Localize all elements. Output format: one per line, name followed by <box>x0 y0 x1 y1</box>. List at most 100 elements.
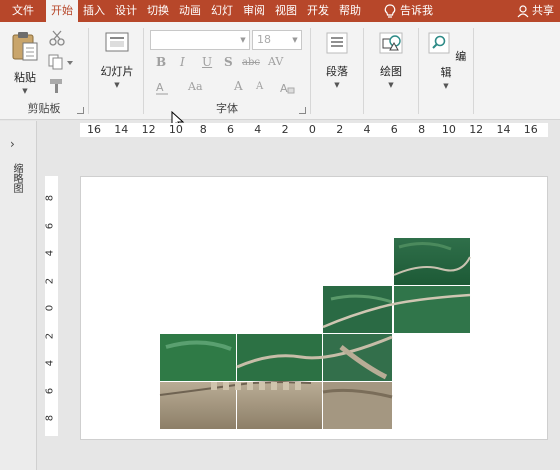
ruler-tick-label: 4 <box>44 359 56 367</box>
strikethrough-button[interactable]: abc <box>242 57 260 68</box>
share-button[interactable]: 共享 <box>512 0 560 22</box>
ruler-tick-label: 8 <box>418 123 426 136</box>
slide-icon <box>105 32 129 52</box>
thumbnail-pane: › 缩略图 <box>0 121 37 470</box>
dialog-launcher-icon[interactable] <box>77 107 84 114</box>
new-slide-button[interactable]: 幻灯片 ▼ <box>97 30 137 89</box>
ruler-tick-label: 10 <box>168 123 183 136</box>
ruler-tick-label: 2 <box>44 277 56 284</box>
photo-tile <box>394 286 470 333</box>
shrink-font-button[interactable]: A <box>256 81 263 92</box>
horizontal-ruler: 16 14 12 10 8 6 4 2 0 2 4 6 8 10 12 14 16 <box>80 123 548 137</box>
grow-font-button[interactable]: A <box>234 79 243 93</box>
paste-button[interactable]: 粘贴 ▼ <box>6 30 44 95</box>
cut-button[interactable] <box>48 30 66 50</box>
ruler-tick-label: 8 <box>199 123 207 136</box>
ruler-tick-label: 6 <box>227 123 234 136</box>
new-slide-label: 幻灯片 <box>100 65 134 78</box>
paragraph-button[interactable]: 段落 ▼ <box>317 30 357 89</box>
tab-9[interactable]: 开发 <box>302 0 334 22</box>
ruler-tick-label: 8 <box>44 414 56 422</box>
tell-me-label: 告诉我 <box>400 4 433 17</box>
ribbon-home: 粘贴 ▼ 剪贴板 幻灯片 ▼ ▼ 18 ▼ B I U S abc AV Aa … <box>0 22 560 120</box>
paragraph-icon <box>326 32 348 54</box>
tab-4[interactable]: 切换 <box>142 0 174 22</box>
ruler-tick-label: 4 <box>254 123 262 136</box>
tab-3[interactable]: 设计 <box>110 0 142 22</box>
ruler-tick-label: 6 <box>44 387 56 394</box>
ruler-tick-label: 4 <box>363 123 371 136</box>
dialog-launcher-icon[interactable] <box>299 107 306 114</box>
paste-icon <box>12 32 38 61</box>
lightbulb-icon <box>384 4 396 18</box>
ruler-tick-label: 12 <box>469 123 484 136</box>
ruler-tick-label: 2 <box>281 123 289 136</box>
tab-2[interactable]: 插入 <box>78 0 110 22</box>
editing-group: 编辑 ▼ <box>419 22 473 120</box>
ruler-tick-label: 0 <box>308 123 316 136</box>
vertical-ruler: 8 6 4 2 0 2 4 6 8 <box>45 176 58 436</box>
font-name-field[interactable]: ▼ <box>150 30 250 50</box>
char-spacing-button[interactable]: AV <box>268 55 283 68</box>
drawing-label: 绘图 <box>380 65 402 78</box>
clipboard-group-label: 剪贴板 <box>27 102 61 115</box>
ribbon-tab-bar: 文件 开始 插入 设计 切换 动画 幻灯 审阅 视图 开发 帮助 告诉我 共享 <box>0 0 560 22</box>
ruler-tick-label: 10 <box>441 123 456 136</box>
chevron-right-icon[interactable]: › <box>10 137 15 151</box>
chevron-down-icon: ▼ <box>388 81 394 89</box>
slide-canvas[interactable] <box>80 176 548 440</box>
tab-0[interactable]: 文件 <box>0 0 46 22</box>
change-case-button[interactable]: Aa <box>188 80 203 93</box>
drawing-group: 绘图 ▼ <box>364 22 418 120</box>
tab-6[interactable]: 幻灯 <box>206 0 238 22</box>
tab-1[interactable]: 开始 <box>46 0 78 22</box>
ruler-tick-label: 6 <box>390 123 398 136</box>
tab-10[interactable]: 帮助 <box>334 0 366 22</box>
chevron-down-icon: ▼ <box>240 36 246 44</box>
chevron-down-icon: ▼ <box>443 82 449 90</box>
paragraph-group: 段落 ▼ <box>311 22 363 120</box>
ruler-tick-label: 2 <box>44 332 56 339</box>
ruler-tick-label: 14 <box>496 123 511 136</box>
tell-me-button[interactable]: 告诉我 <box>366 0 438 22</box>
chevron-down-icon: ▼ <box>334 81 340 89</box>
chevron-down-icon: ▼ <box>114 81 120 89</box>
format-painter-button[interactable] <box>48 78 66 98</box>
ruler-tick-label: 16 <box>87 123 101 136</box>
ruler-tick-label: 14 <box>114 123 129 136</box>
great-wall-photo-tiles[interactable] <box>81 177 549 441</box>
font-size-value: 18 <box>257 33 271 46</box>
person-icon <box>517 4 529 17</box>
editing-button[interactable]: 编辑 ▼ <box>425 30 467 90</box>
divider <box>473 28 474 114</box>
tab-5[interactable]: 动画 <box>174 0 206 22</box>
ruler-tick-label: 6 <box>44 222 56 229</box>
ruler-tick-label: 8 <box>44 194 56 202</box>
ruler-tick-label: 16 <box>523 123 538 136</box>
drawing-button[interactable]: 绘图 ▼ <box>370 30 412 89</box>
copy-icon <box>48 54 73 70</box>
shapes-icon <box>379 32 403 54</box>
ruler-tick-label: 12 <box>141 123 156 136</box>
ruler-tick-label: 4 <box>44 249 56 257</box>
copy-button[interactable] <box>48 54 74 74</box>
tab-7[interactable]: 审阅 <box>238 0 270 22</box>
font-group-label: 字体 <box>216 102 238 115</box>
tab-8[interactable]: 视图 <box>270 0 302 22</box>
font-size-field[interactable]: 18 ▼ <box>252 30 302 50</box>
slides-group: 幻灯片 ▼ <box>89 22 143 120</box>
shadow-button[interactable]: S <box>224 55 233 69</box>
clear-formatting-icon[interactable]: A <box>278 80 296 96</box>
chevron-down-icon: ▼ <box>22 87 28 95</box>
italic-button[interactable]: I <box>180 55 185 69</box>
bold-button[interactable]: B <box>156 55 166 69</box>
svg-text:A: A <box>280 82 288 95</box>
share-label: 共享 <box>532 4 554 17</box>
paste-label: 粘贴 <box>14 71 36 84</box>
photo-tile <box>323 382 392 429</box>
font-color-icon[interactable]: A <box>154 80 176 96</box>
status-area <box>37 456 560 470</box>
font-group: ▼ 18 ▼ B I U S abc AV Aa A A A A 字体 <box>144 22 310 120</box>
underline-button[interactable]: U <box>202 55 212 69</box>
thumbnail-pane-label: 缩略图 <box>11 163 22 193</box>
